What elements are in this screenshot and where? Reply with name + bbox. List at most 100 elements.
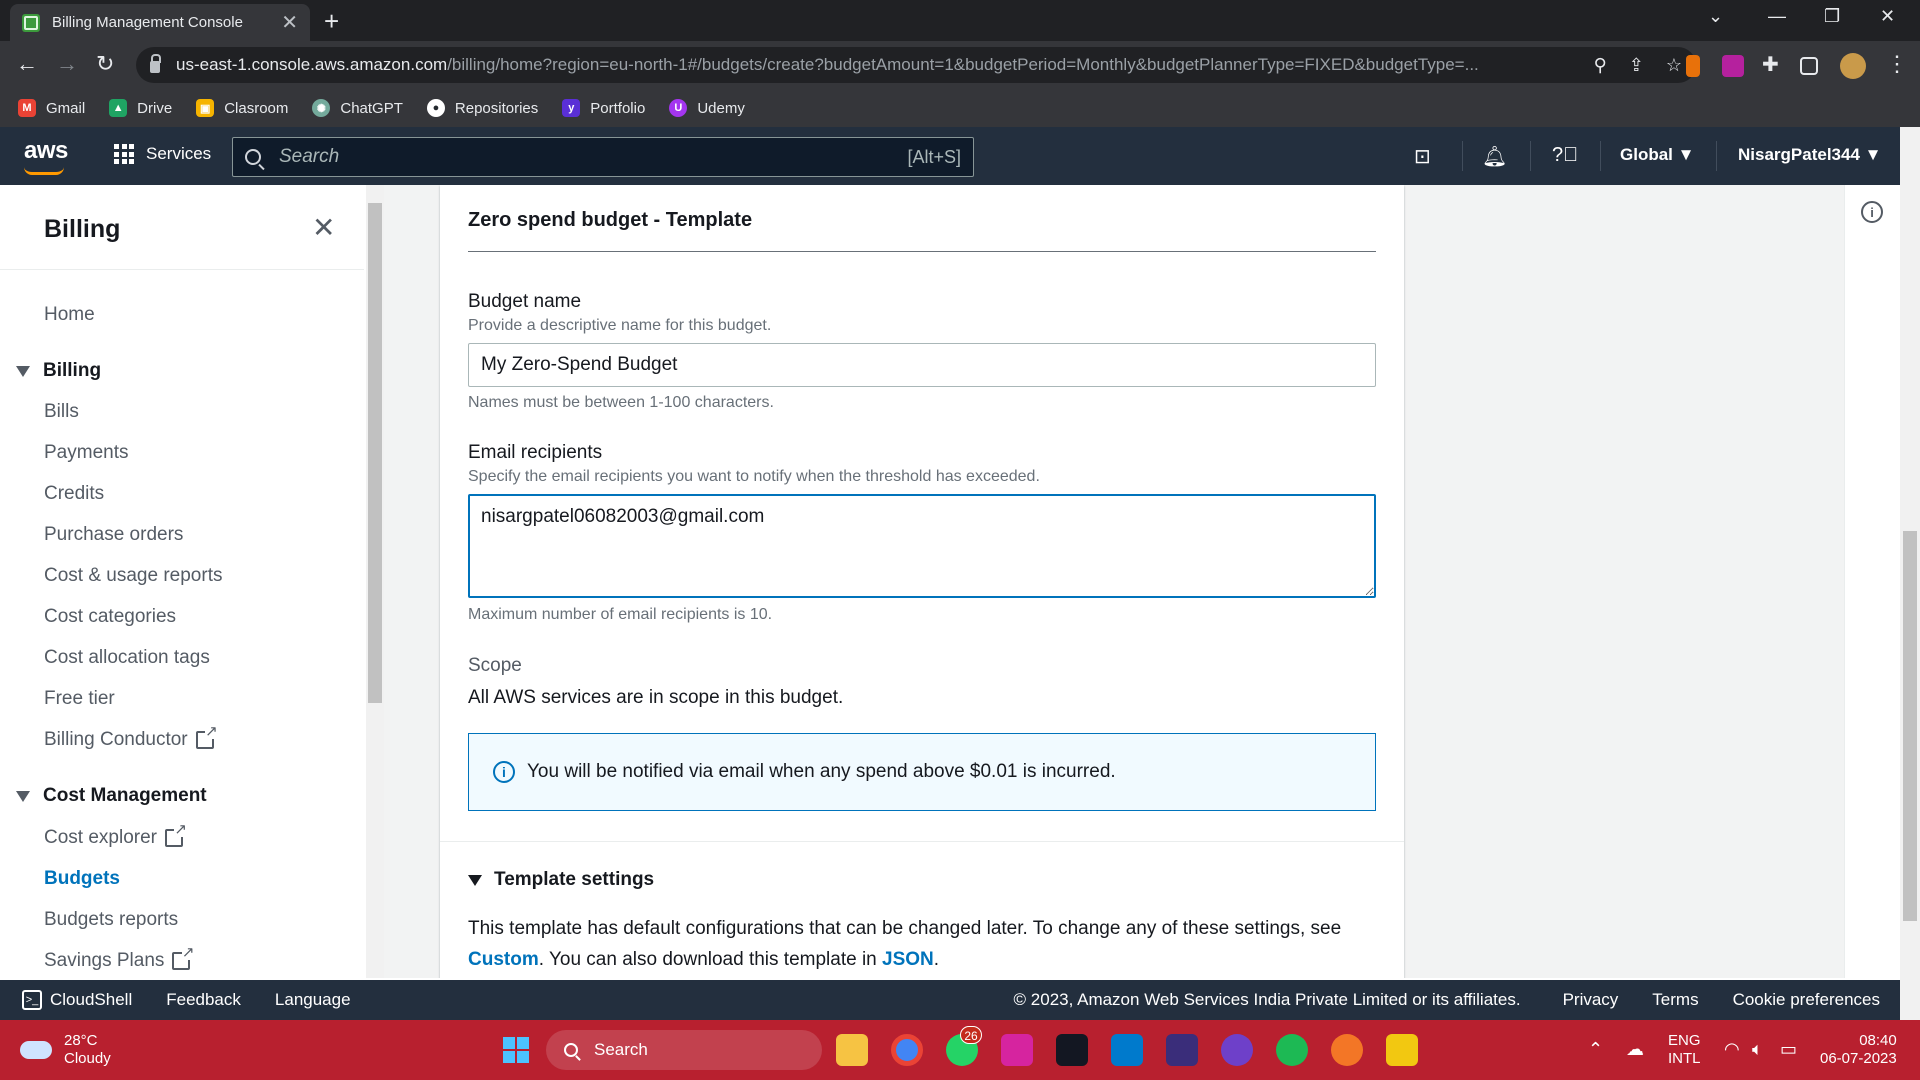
weather-widget[interactable]: 28°C Cloudy [20,1032,111,1068]
template-settings-toggle[interactable]: Template settings [468,869,654,891]
chrome-icon[interactable] [891,1034,923,1066]
language-link[interactable]: Language [275,990,351,1010]
bookmark-gmail[interactable]: M Gmail [18,99,85,117]
profile-avatar[interactable] [1840,53,1866,79]
panel-title: Zero spend budget - Template [468,209,753,231]
tradingview-icon[interactable] [1056,1034,1088,1066]
aws-footer: >_ CloudShell Feedback Language © 2023, … [0,980,1900,1020]
sidebar-item-cost-allocation-tags[interactable]: Cost allocation tags [44,647,210,669]
browser-tab[interactable]: Billing Management Console ✕ [10,4,310,41]
onedrive-icon[interactable]: ☁ [1626,1039,1644,1060]
powerbi-icon[interactable] [1386,1034,1418,1066]
file-explorer-icon[interactable] [836,1034,868,1066]
jupyter-icon[interactable] [1331,1034,1363,1066]
language-indicator[interactable]: ENG INTL [1668,1032,1701,1068]
taskbar-search[interactable]: Search [546,1030,822,1070]
cloudshell-icon[interactable]: ⊡ [1414,144,1431,169]
account-menu[interactable]: NisargPatel344 ▼ [1738,145,1881,165]
sidebar-item-credits[interactable]: Credits [44,483,104,505]
zoom-icon[interactable]: ⚲ [1594,55,1607,76]
services-menu-button[interactable]: Services [114,144,211,164]
close-sidebar-icon[interactable]: ✕ [312,211,335,244]
privacy-link[interactable]: Privacy [1563,990,1619,1010]
github-desktop-icon[interactable] [1221,1034,1253,1066]
aws-logo[interactable]: aws [24,137,68,175]
forward-icon[interactable]: → [56,51,78,77]
search-icon [564,1043,578,1057]
close-tab-icon[interactable]: ✕ [281,10,298,35]
sidebar-item-budgets-reports[interactable]: Budgets reports [44,909,178,931]
sidebar-section-billing[interactable]: Billing [16,360,101,382]
sidebar-item-savings-plans[interactable]: Savings Plans [44,945,195,972]
sidebar-section-label: Billing [43,360,102,381]
app-icon[interactable] [1166,1034,1198,1066]
page-scrollbar[interactable] [1900,127,1920,1020]
page-scrollbar-thumb[interactable] [1903,531,1917,921]
sidebar-item-cost-explorer[interactable]: Cost explorer [44,822,187,849]
email-recipients-textarea[interactable]: nisargpatel06082003@gmail.com [468,494,1376,598]
sidebar-item-payments[interactable]: Payments [44,442,128,464]
info-panel-icon[interactable]: i [1861,201,1883,223]
sidebar-item-bills[interactable]: Bills [44,401,79,423]
tab-search-icon[interactable]: ⌄ [1708,6,1723,27]
sidebar-item-purchase-orders[interactable]: Purchase orders [44,524,183,546]
bookmark-portfolio[interactable]: y Portfolio [562,99,645,117]
address-bar-row: ← → ↻ us-east-1.console.aws.amazon.com /… [0,41,1920,89]
sidebar-scrollbar-thumb[interactable] [368,203,382,703]
bookmark-drive[interactable]: ▲ Drive [109,99,172,117]
sidebar-scrollbar[interactable] [366,185,384,978]
spotify-icon[interactable] [1276,1034,1308,1066]
wifi-icon[interactable]: ◠ [1724,1039,1740,1060]
cookie-preferences-link[interactable]: Cookie preferences [1733,990,1880,1010]
back-icon[interactable]: ← [16,51,38,77]
json-link[interactable]: JSON [882,949,934,970]
feedback-link[interactable]: Feedback [166,990,241,1010]
sidebar-item-budgets[interactable]: Budgets [44,868,120,890]
clock[interactable]: 08:40 06-07-2023 [1820,1032,1897,1068]
cloudshell-link[interactable]: CloudShell [50,990,132,1010]
tab-title: Billing Management Console [52,14,243,31]
close-window-icon[interactable]: ✕ [1880,6,1895,27]
time: 08:40 [1859,1032,1897,1049]
new-tab-icon[interactable]: + [324,6,339,37]
instagram-icon[interactable] [1001,1034,1033,1066]
restore-icon[interactable]: ❐ [1824,6,1840,27]
region-label: Global [1620,145,1673,164]
bookmark-chatgpt[interactable]: ✺ ChatGPT [312,99,403,117]
minimize-icon[interactable]: — [1768,6,1786,27]
share-icon[interactable]: ⇪ [1629,55,1644,76]
terms-link[interactable]: Terms [1652,990,1698,1010]
windows-start-icon[interactable] [503,1037,529,1063]
billing-sidebar: Billing ✕ Home Billing Bills Payments Cr… [0,185,364,978]
extensions-puzzle-icon[interactable]: ✚ [1762,52,1779,77]
extension-icon[interactable] [1722,55,1744,77]
bookmark-udemy[interactable]: U Udemy [669,99,745,117]
sidebar-item-billing-conductor[interactable]: Billing Conductor [44,724,218,751]
search-input[interactable] [279,146,908,168]
volume-icon[interactable]: 🔈︎ [1752,1039,1763,1060]
vscode-icon[interactable] [1111,1034,1143,1066]
bookmark-classroom[interactable]: ▣ Clasroom [196,99,288,117]
bookmark-star-icon[interactable]: ☆ [1666,55,1682,76]
region-selector[interactable]: Global ▼ [1620,145,1694,165]
extension-icon[interactable] [1686,55,1700,77]
custom-link[interactable]: Custom [468,949,539,970]
battery-icon[interactable]: ▭ [1780,1039,1797,1060]
budget-name-input[interactable] [468,343,1376,387]
sidebar-item-cost-categories[interactable]: Cost categories [44,606,176,628]
template-text-part: This template has default configurations… [468,918,1342,939]
aws-search-box[interactable]: [Alt+S] [232,137,974,177]
notifications-bell-icon[interactable]: 🔔︎ [1482,144,1507,169]
cloudshell-icon: >_ [22,990,42,1010]
sidebar-item-cost-usage-reports[interactable]: Cost & usage reports [44,565,222,587]
sidebar-item-home[interactable]: Home [44,304,95,326]
reload-icon[interactable]: ↻ [96,51,114,77]
help-icon[interactable]: ?⃝ [1552,144,1578,167]
sidebar-item-free-tier[interactable]: Free tier [44,688,115,710]
bookmark-repositories[interactable]: ● Repositories [426,99,538,117]
url-input[interactable]: us-east-1.console.aws.amazon.com /billin… [136,47,1696,83]
side-panel-icon[interactable] [1800,57,1818,75]
sidebar-section-cost-management[interactable]: Cost Management [16,785,207,807]
menu-kebab-icon[interactable]: ⋮ [1886,51,1908,77]
tray-chevron-icon[interactable]: ⌃ [1588,1039,1603,1060]
